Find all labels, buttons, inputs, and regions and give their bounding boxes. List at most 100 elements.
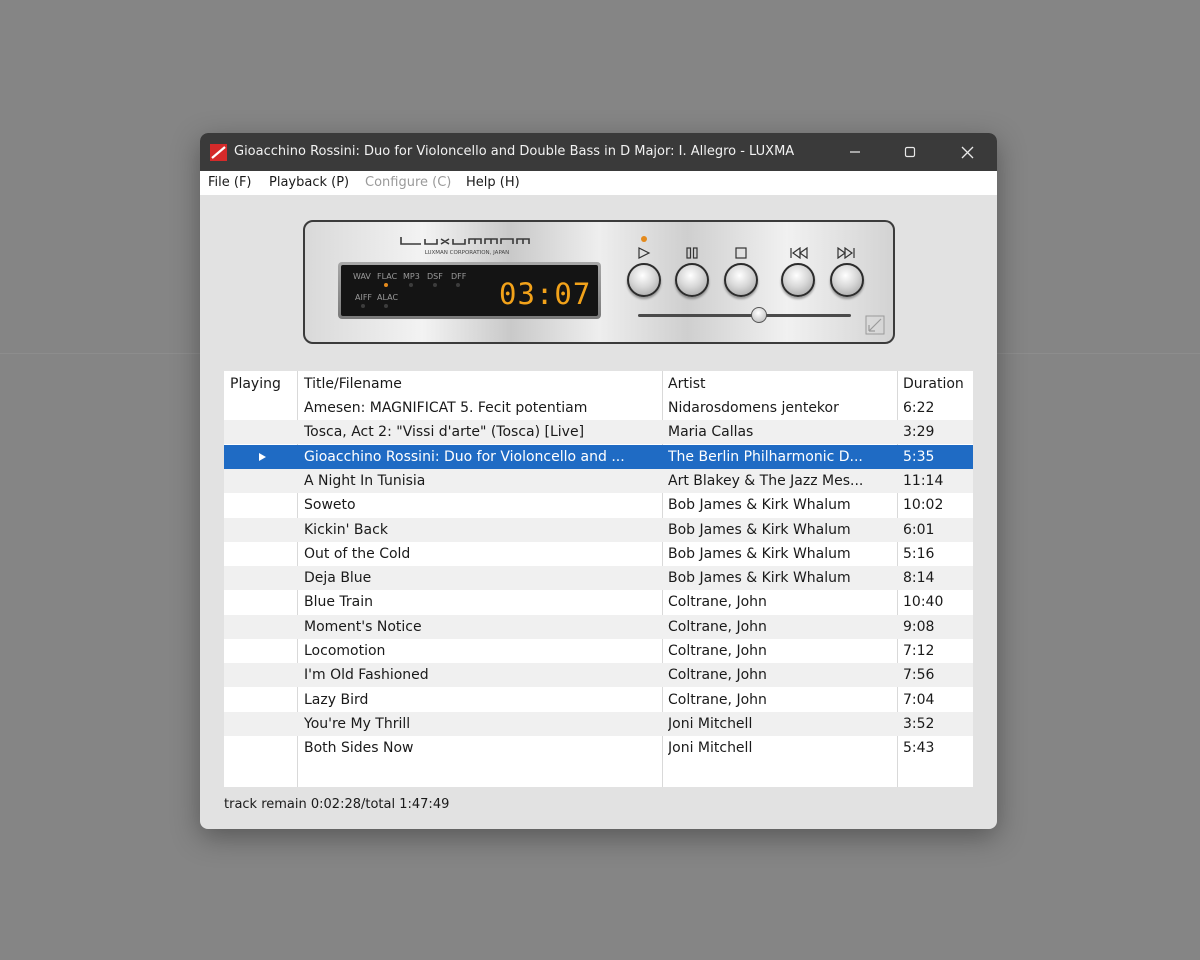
dsf-indicator — [433, 283, 437, 287]
table-row[interactable]: Moment's Notice Coltrane, John 9:08 — [224, 614, 973, 639]
svg-text:LUXMAN CORPORATION, JAPAN: LUXMAN CORPORATION, JAPAN — [425, 250, 510, 256]
previous-track-button[interactable] — [781, 263, 815, 297]
format-flac: FLAC — [377, 272, 398, 281]
cell-duration: 5:35 — [903, 448, 935, 465]
maximize-button[interactable] — [883, 133, 937, 171]
cell-duration: 7:04 — [903, 691, 935, 708]
format-mp3: MP3 — [403, 272, 420, 281]
close-icon — [961, 146, 973, 158]
menu-file[interactable]: File (F) — [208, 171, 252, 195]
cell-artist: Joni Mitchell — [668, 740, 753, 757]
luxman-logo: LUXMAN CORPORATION, JAPAN — [400, 237, 530, 256]
cell-title: Blue Train — [304, 594, 374, 611]
cell-duration: 6:22 — [903, 400, 935, 416]
format-aiff: AIFF — [355, 293, 373, 302]
cell-duration: 8:14 — [903, 570, 935, 587]
table-row[interactable]: Lazy Bird Coltrane, John 7:04 — [224, 688, 973, 712]
cell-title: A Night In Tunisia — [304, 472, 426, 489]
alac-indicator — [384, 304, 388, 308]
cell-title: Soweto — [304, 497, 356, 514]
header-title[interactable]: Title/Filename — [304, 371, 402, 396]
seek-knob[interactable] — [751, 307, 768, 323]
minimize-button[interactable] — [828, 133, 882, 171]
cell-artist: Coltrane, John — [668, 667, 767, 684]
play-button[interactable] — [627, 263, 661, 297]
cell-title: I'm Old Fashioned — [304, 667, 429, 684]
cell-title: Both Sides Now — [304, 740, 414, 757]
format-alac: ALAC — [377, 293, 399, 302]
cell-duration: 9:08 — [903, 618, 935, 635]
now-playing-icon — [259, 452, 266, 461]
cell-artist: Art Blakey & The Jazz Mes... — [668, 472, 864, 489]
cell-artist: Coltrane, John — [668, 618, 767, 635]
table-row[interactable]: Both Sides Now Joni Mitchell 5:43 — [224, 736, 973, 760]
title-bar[interactable]: Gioacchino Rossini: Duo for Violoncello … — [200, 133, 997, 171]
cell-artist: The Berlin Philharmonic D... — [668, 448, 863, 465]
cell-artist: Bob James & Kirk Whalum — [668, 570, 851, 587]
table-row[interactable]: Gioacchino Rossini: Duo for Violoncello … — [224, 444, 973, 469]
previous-track-icon — [790, 247, 808, 259]
next-track-button[interactable] — [830, 263, 864, 297]
cell-title: Gioacchino Rossini: Duo for Violoncello … — [304, 448, 625, 465]
cell-title: Amesen: MAGNIFICAT 5. Fecit potentiam — [304, 400, 588, 416]
cell-duration: 10:02 — [903, 497, 944, 514]
cell-duration: 5:43 — [903, 740, 935, 757]
table-row[interactable]: Blue Train Coltrane, John 10:40 — [224, 590, 973, 614]
header-artist[interactable]: Artist — [668, 371, 706, 396]
close-button[interactable] — [940, 133, 994, 171]
cell-title: Lazy Bird — [304, 691, 369, 708]
cell-title: Kickin' Back — [304, 521, 388, 538]
table-row[interactable]: Out of the Cold Bob James & Kirk Whalum 5:… — [224, 542, 973, 566]
table-row[interactable]: I'm Old Fashioned Coltrane, John 7:56 — [224, 663, 973, 688]
mp3-indicator — [409, 283, 413, 287]
player-panel: LUXMAN CORPORATION, JAPAN WAV FLAC MP3 D… — [303, 220, 895, 344]
cell-artist: Joni Mitchell — [668, 715, 753, 732]
cell-title: Tosca, Act 2: "Vissi d'arte" (Tosca) [Li… — [304, 424, 585, 441]
cell-artist: Maria Callas — [668, 424, 754, 441]
table-row[interactable]: Soweto Bob James & Kirk Whalum 10:02 — [224, 493, 973, 517]
window-title: Gioacchino Rossini: Duo for Violoncello … — [234, 144, 794, 159]
next-track-icon — [837, 247, 855, 259]
flac-indicator — [384, 283, 388, 287]
menu-bar: File (F) Playback (P) Configure (C) Help… — [200, 171, 997, 195]
cell-title: Locomotion — [304, 643, 386, 659]
minimize-icon — [850, 151, 860, 153]
seek-bar[interactable] — [638, 314, 851, 317]
format-wav: WAV — [353, 272, 371, 281]
table-row[interactable]: Locomotion Coltrane, John 7:12 — [224, 639, 973, 663]
cell-artist: Nidarosdomens jentekor — [668, 400, 839, 416]
lcd-display: WAV FLAC MP3 DSF DFF AIFF ALAC 03:07 — [338, 262, 601, 319]
menu-playback[interactable]: Playback (P) — [269, 171, 349, 195]
cell-duration: 3:52 — [903, 715, 935, 732]
menu-configure[interactable]: Configure (C) — [365, 171, 451, 195]
cell-artist: Coltrane, John — [668, 594, 767, 611]
table-row[interactable]: Deja Blue Bob James & Kirk Whalum 8:14 — [224, 566, 973, 591]
table-header: Playing Title/Filename Artist Duration — [224, 371, 973, 396]
cell-duration: 7:12 — [903, 643, 935, 659]
table-row[interactable]: You're My Thrill Joni Mitchell 3:52 — [224, 711, 973, 736]
maximize-icon — [904, 146, 916, 158]
pause-button[interactable] — [675, 263, 709, 297]
cell-title: You're My Thrill — [304, 715, 411, 732]
header-playing[interactable]: Playing — [230, 371, 281, 396]
play-symbol-icon — [638, 247, 651, 259]
cell-artist: Bob James & Kirk Whalum — [668, 497, 851, 514]
menu-help[interactable]: Help (H) — [466, 171, 520, 195]
stop-button[interactable] — [724, 263, 758, 297]
table-row[interactable]: Amesen: MAGNIFICAT 5. Fecit potentiam Nid… — [224, 396, 973, 420]
table-row[interactable]: A Night In Tunisia Art Blakey & The Jazz … — [224, 468, 973, 493]
header-duration[interactable]: Duration — [903, 371, 964, 396]
dff-indicator — [456, 283, 460, 287]
cell-duration: 3:29 — [903, 424, 935, 441]
cell-title: Deja Blue — [304, 570, 372, 587]
pause-symbol-icon — [686, 247, 698, 259]
luxman-app-icon — [210, 144, 227, 161]
app-window: Gioacchino Rossini: Duo for Violoncello … — [200, 133, 997, 829]
aiff-indicator — [361, 304, 365, 308]
table-row[interactable]: Kickin' Back Bob James & Kirk Whalum 6:01 — [224, 517, 973, 542]
resize-mode-icon[interactable] — [865, 315, 885, 335]
cell-duration: 5:16 — [903, 545, 935, 562]
cell-artist: Bob James & Kirk Whalum — [668, 545, 851, 562]
cell-duration: 7:56 — [903, 667, 935, 684]
table-row[interactable]: Tosca, Act 2: "Vissi d'arte" (Tosca) [Li… — [224, 420, 973, 445]
